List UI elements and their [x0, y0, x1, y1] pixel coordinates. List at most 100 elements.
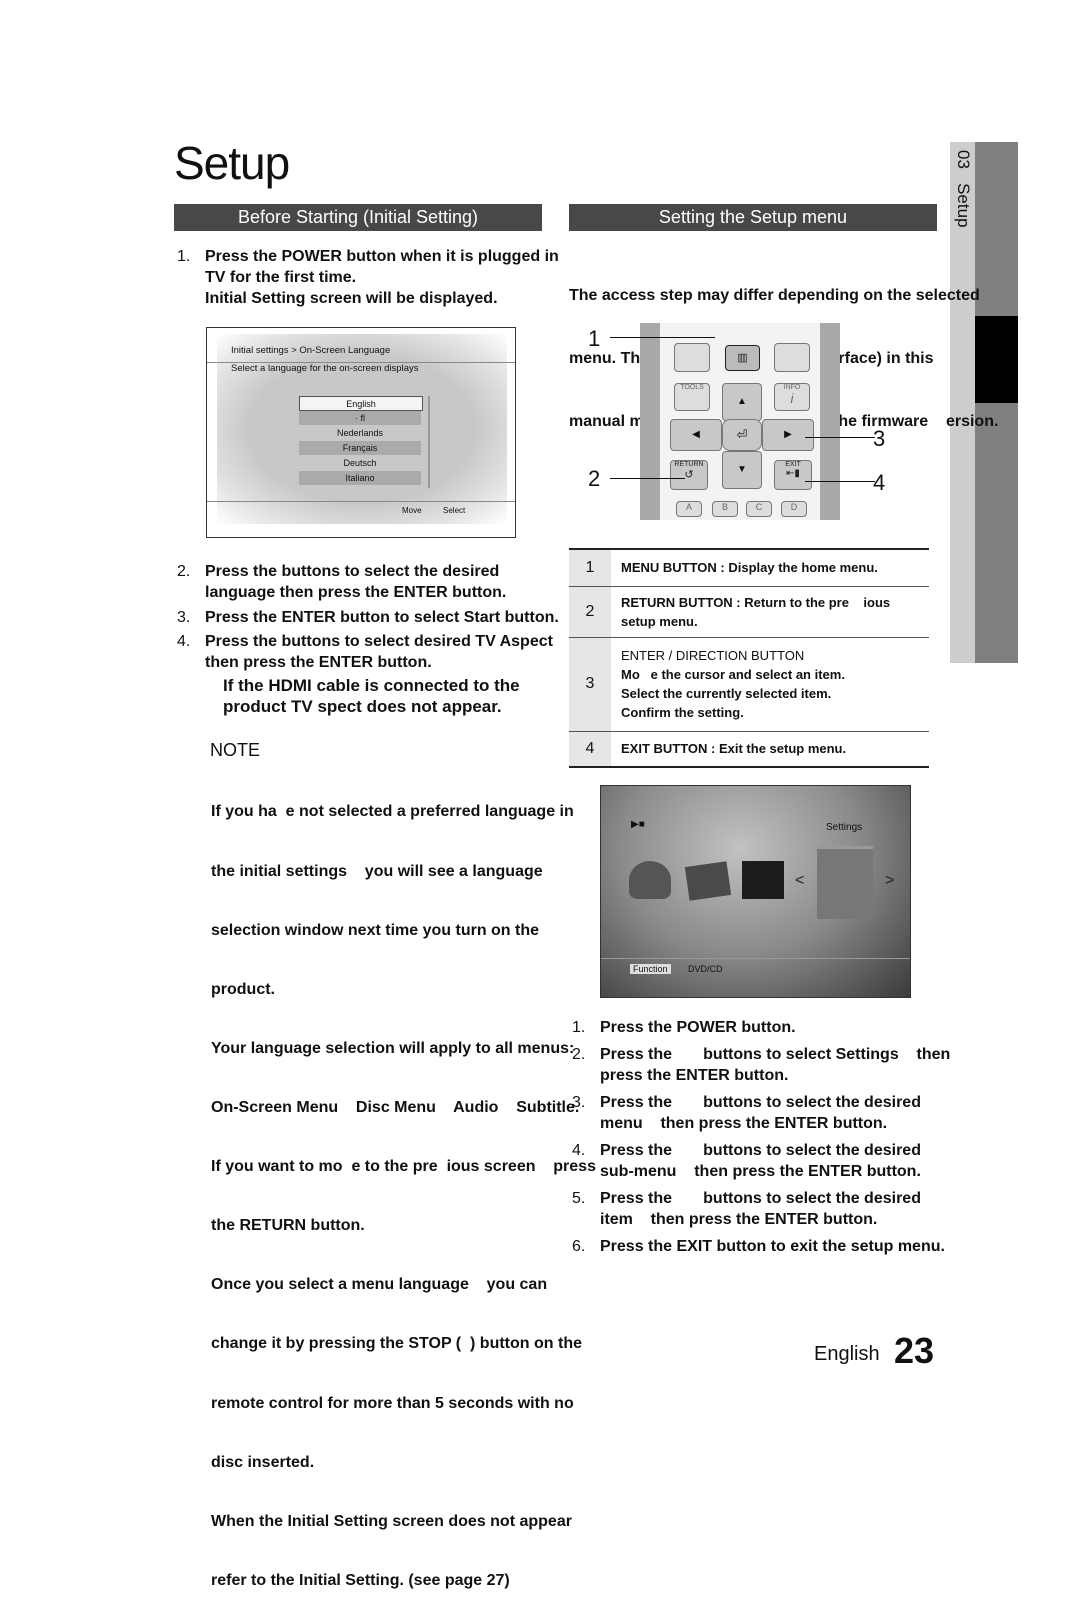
note-line: On-Screen Menu Disc Menu Audio Subtitle. [211, 1098, 580, 1116]
remote-button [774, 343, 810, 372]
section-header-initial-setting: Before Starting (Initial Setting) [174, 204, 542, 231]
note-title: NOTE [210, 740, 261, 760]
step-number: 1. [572, 1019, 586, 1036]
step-line: menu then press the ENTER button. [600, 1115, 888, 1132]
chapter-number: 03 [954, 150, 973, 169]
color-button-a: A [676, 501, 702, 517]
section-header-setup-menu: Setting the Setup menu [569, 204, 937, 231]
note-line: Once you select a menu language you can [211, 1276, 548, 1294]
note-line: the initial settings you will see a lang… [211, 862, 543, 880]
callout-line [610, 337, 715, 338]
language-option[interactable]: Nederlands [299, 426, 421, 440]
note-line: If you ha e not selected a preferred lan… [211, 803, 574, 821]
table-row: 1 MENU BUTTON : Display the home menu. [569, 548, 929, 586]
language-option[interactable]: Français [299, 441, 421, 455]
info-label: INFO [783, 384, 801, 391]
step-2: Press the buttons to select the desired … [205, 561, 570, 603]
function-button[interactable]: Function [630, 964, 671, 974]
page-number: 23 [894, 1330, 935, 1371]
footer-move: Move [402, 506, 422, 515]
note-line: remote control for more than 5 seconds w… [211, 1394, 574, 1412]
scrollbar[interactable] [428, 396, 430, 488]
color-button-d: D [781, 501, 807, 517]
settings-icon[interactable] [817, 846, 873, 919]
return-label: RETURN [674, 461, 704, 468]
language-option-selected[interactable]: English [299, 396, 423, 411]
step: 4. Press the buttons to select the desir… [572, 1140, 952, 1188]
note-line: change it by pressing the STOP ( ) butto… [211, 1335, 582, 1353]
step-number: 5. [572, 1190, 586, 1207]
language-option[interactable]: Italiano [299, 471, 421, 485]
step: 2. Press the buttons to select Settings … [572, 1044, 952, 1092]
chevron-right-icon[interactable]: > [885, 872, 894, 890]
screen-instruction: Select a language for the on-screen disp… [231, 363, 419, 374]
exit-button: EXIT ⇤▮ [774, 460, 812, 490]
step-line: Press the buttons to select the desired [205, 563, 500, 580]
row-text: EXIT BUTTON : Exit the setup menu. [621, 741, 847, 757]
note-line: When the Initial Setting screen does not… [211, 1512, 572, 1530]
music-icon [629, 861, 671, 899]
row-text: Select the currently selected item. [621, 686, 832, 701]
row-text: Mo e the cursor and select an item. [621, 667, 845, 682]
videos-icon [742, 861, 784, 899]
step-3: Press the ENTER button to select Start b… [205, 609, 559, 626]
hdmi-note: If the HDMI cable is connected to the pr… [223, 675, 520, 717]
step-line: then press the ENTER button. [205, 654, 432, 671]
step-line: item then press the ENTER button. [600, 1211, 878, 1228]
language-option[interactable]: · fl [299, 411, 421, 425]
footer-select: Select [443, 506, 466, 515]
note-line: the RETURN button. [211, 1217, 365, 1235]
remote-control-illustration: ▥ TOOLS INFO i ▲ ◀ ⏎ ▶ ▼ RETURN ↺ EXIT ⇤▮ A… [640, 323, 840, 520]
row-text: setup menu. [621, 613, 698, 629]
step-line: Initial Setting screen will be displayed… [205, 290, 498, 307]
step-line: Press the buttons to select Settings the… [600, 1046, 951, 1063]
up-arrow-icon: ▲ [722, 383, 762, 421]
step-number: 3. [177, 609, 191, 626]
step-line: Press the buttons to select desired TV A… [205, 633, 553, 650]
callout-2: 2 [588, 466, 601, 491]
note-list: If you ha e not selected a preferred lan… [211, 763, 611, 1610]
row-number: 4 [569, 730, 611, 767]
callout-1: 1 [588, 326, 601, 351]
row-number: 1 [569, 548, 611, 586]
photos-icon [684, 861, 732, 901]
play-stop-icon: ▶■ [631, 819, 645, 830]
left-arrow-icon: ◀ [670, 419, 722, 451]
step-number: 4. [572, 1142, 586, 1159]
chevron-left-icon[interactable]: < [795, 872, 804, 890]
row-number: 3 [569, 636, 611, 731]
footer-language: English [814, 1343, 880, 1365]
note-line: product TV spect does not appear. [223, 697, 502, 716]
step-number: 3. [572, 1094, 586, 1111]
step-line: Press the buttons to select the desired [600, 1142, 921, 1159]
callout-line [805, 481, 875, 482]
language-option[interactable]: Deutsch [299, 456, 421, 470]
step-line: Press the EXIT button to exit the setup … [600, 1238, 945, 1255]
button-description-table: 1 MENU BUTTON : Display the home menu. 2… [569, 548, 929, 768]
right-arrow-icon: ▶ [762, 419, 814, 451]
return-button: RETURN ↺ [670, 460, 708, 490]
color-button-c: C [746, 501, 772, 517]
chapter-label: Setup [954, 183, 973, 228]
down-arrow-icon: ▼ [722, 451, 762, 489]
step-number: 2. [177, 563, 191, 580]
step-number: 6. [572, 1238, 586, 1255]
enter-button-icon: ⏎ [722, 419, 762, 451]
screen-breadcrumb: Initial settings > On-Screen Language [231, 345, 391, 356]
row-number: 2 [569, 585, 611, 637]
remote-button [674, 343, 710, 372]
table-row: 4 EXIT BUTTON : Exit the setup menu. [569, 730, 929, 767]
step-line: Press the POWER button when it is plugge… [205, 248, 559, 265]
step-number: 1. [177, 248, 191, 265]
note-line: Your language selection will apply to al… [211, 1039, 575, 1057]
step-number: 4. [177, 633, 191, 650]
step-4: Press the buttons to select desired TV A… [205, 631, 570, 673]
selected-item-label: Settings [826, 822, 863, 833]
step-line: Press the buttons to select the desired [600, 1190, 921, 1207]
page-title: Setup [174, 137, 290, 189]
note-line: product. [211, 980, 275, 998]
tools-label: TOOLS [680, 384, 704, 391]
step-line: Press the POWER button. [600, 1019, 796, 1036]
step-1: Press the POWER button when it is plugge… [205, 246, 565, 309]
callout-line [805, 437, 875, 438]
